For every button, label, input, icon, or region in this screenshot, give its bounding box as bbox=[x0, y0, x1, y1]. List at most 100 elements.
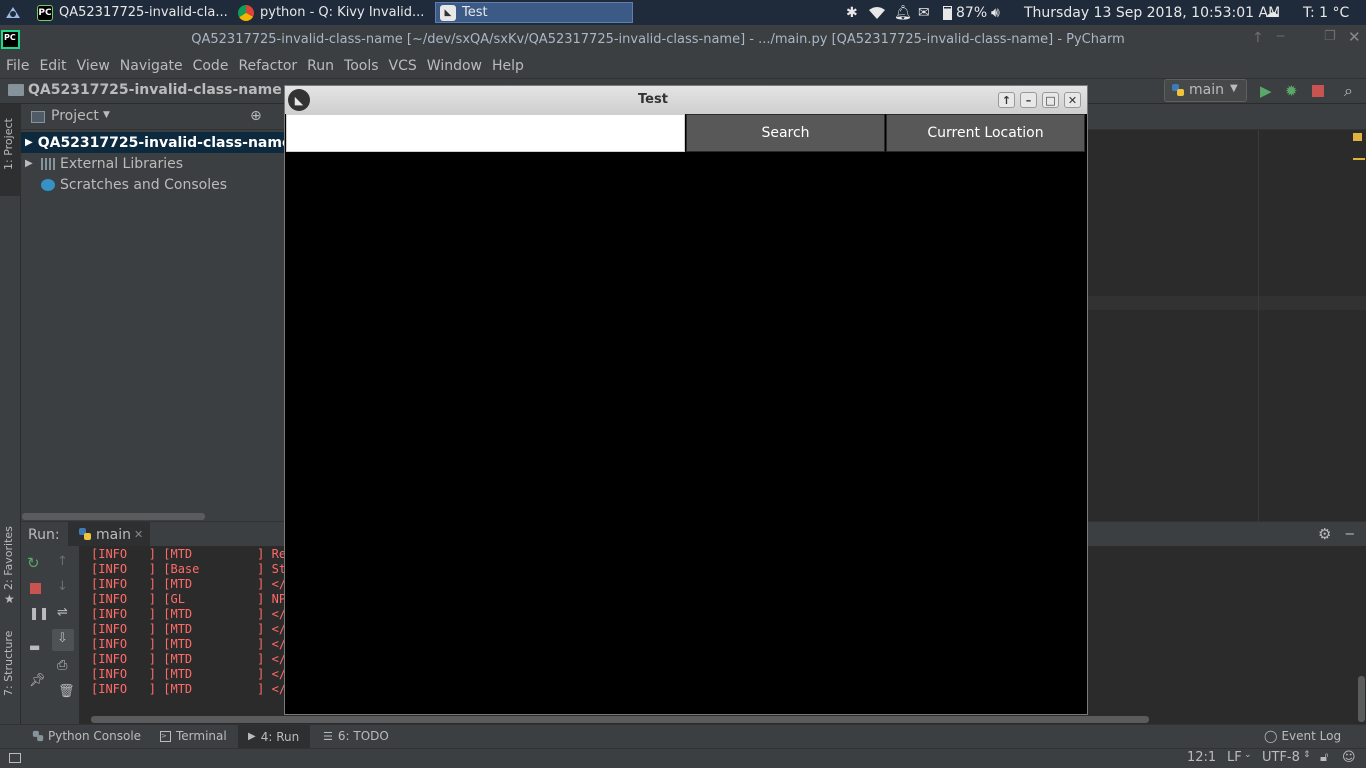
temperature[interactable]: T: 1 °C bbox=[1303, 0, 1349, 25]
menu-tools[interactable]: Tools bbox=[344, 58, 379, 74]
run-config-selector[interactable]: main ▼ bbox=[1164, 79, 1247, 102]
menu-window[interactable]: Window bbox=[427, 58, 482, 74]
event-log-button[interactable]: ◯ Event Log bbox=[1264, 729, 1341, 743]
battery-indicator[interactable]: 87% bbox=[943, 0, 987, 25]
close-icon[interactable]: ✕ bbox=[1064, 92, 1081, 108]
tab-label: 6: TODO bbox=[337, 729, 389, 743]
kivy-test-window[interactable]: ◣ Test ↑ – □ ✕ Search Current Location bbox=[284, 85, 1088, 715]
hide-panel-icon[interactable]: ‒ bbox=[1345, 524, 1355, 542]
log-line: [INFO ] [MTD ] </c bbox=[91, 577, 294, 591]
horizontal-scrollbar[interactable] bbox=[91, 716, 1149, 723]
run-icon[interactable]: ▶ bbox=[1260, 82, 1272, 100]
map-view-area[interactable] bbox=[285, 152, 1087, 714]
kivy-window-titlebar[interactable]: ◣ Test ↑ – □ ✕ bbox=[285, 86, 1087, 114]
lock-icon[interactable]: 🔓︎ bbox=[1320, 750, 1328, 765]
vertical-scrollbar[interactable] bbox=[1358, 676, 1365, 722]
scroll-down-icon[interactable]: ↓ bbox=[57, 579, 68, 594]
tab-python-console[interactable]: Python Console bbox=[32, 729, 141, 743]
chevron-down-icon[interactable]: ▼ bbox=[103, 110, 110, 120]
settings-gear-icon[interactable]: ⚙ bbox=[1318, 525, 1331, 543]
pin-icon[interactable]: 📌︎ bbox=[29, 673, 46, 688]
menu-navigate[interactable]: Navigate bbox=[120, 58, 183, 74]
search-button[interactable]: Search bbox=[686, 114, 885, 152]
tab-terminal[interactable]: > Terminal bbox=[160, 729, 227, 743]
menu-view[interactable]: View bbox=[77, 58, 110, 74]
minimize-icon[interactable]: ‒ bbox=[1276, 28, 1285, 44]
tree-item-label: Scratches and Consoles bbox=[60, 176, 227, 193]
search-everywhere-icon[interactable]: ⌕ bbox=[1344, 81, 1353, 101]
task-pycharm[interactable]: PC QA52317725-invalid-cla... bbox=[33, 2, 231, 23]
left-tool-strip: 1: Project 2: Favorites ★ 7: Structure bbox=[0, 104, 21, 724]
tab-todo[interactable]: ☰ 6: TODO bbox=[323, 729, 389, 743]
kivy-logo-icon[interactable] bbox=[4, 4, 22, 21]
file-encoding[interactable]: UTF-8 bbox=[1262, 750, 1300, 765]
project-panel-title[interactable]: Project bbox=[51, 108, 99, 124]
bluetooth-icon[interactable]: ✱ bbox=[846, 0, 858, 25]
side-tab-project[interactable]: 1: Project bbox=[2, 118, 15, 170]
log-line: [INFO ] [MTD ] </c bbox=[91, 637, 294, 651]
line-separator[interactable]: LF bbox=[1227, 750, 1242, 765]
system-taskbar: PC QA52317725-invalid-cla... python - Q:… bbox=[0, 0, 1366, 25]
menu-edit[interactable]: Edit bbox=[39, 58, 66, 74]
clock[interactable]: Thursday 13 Sep 2018, 10:53:01 AM bbox=[1024, 0, 1280, 25]
menu-file[interactable]: File bbox=[6, 58, 29, 74]
trash-icon[interactable]: 🗑︎ bbox=[58, 684, 75, 699]
stop-icon[interactable] bbox=[30, 583, 41, 594]
chevron-down-icon: ▼ bbox=[1230, 83, 1238, 94]
run-tab-main[interactable]: main ✕ bbox=[68, 522, 150, 547]
tool-windows-icon[interactable] bbox=[9, 753, 21, 763]
inspector-icon[interactable]: ☺ bbox=[1342, 750, 1356, 765]
weather-icon[interactable]: ☁ bbox=[1265, 0, 1279, 25]
tab-run[interactable]: ▶ 4: Run bbox=[238, 725, 310, 748]
layout-icon[interactable]: ▬ bbox=[29, 640, 40, 654]
tree-item-external-libraries[interactable]: ▶ External Libraries bbox=[21, 153, 285, 174]
side-tab-structure[interactable]: 7: Structure bbox=[2, 631, 15, 696]
inspection-status-icon[interactable] bbox=[1353, 133, 1362, 141]
notification-bell-icon[interactable]: 🔔︎ bbox=[894, 0, 912, 25]
minimize-icon[interactable]: – bbox=[1020, 92, 1037, 108]
maximize-icon[interactable]: ❐ bbox=[1324, 29, 1336, 44]
side-tab-favorites[interactable]: 2: Favorites bbox=[2, 526, 15, 590]
python-icon bbox=[78, 527, 92, 541]
window-up-icon[interactable]: ↑ bbox=[1252, 30, 1264, 46]
menu-refactor[interactable]: Refactor bbox=[238, 58, 297, 74]
scroll-up-icon[interactable]: ↑ bbox=[57, 554, 68, 569]
pause-icon[interactable]: ❚❚ bbox=[29, 606, 49, 620]
stop-icon[interactable] bbox=[1312, 85, 1324, 97]
soft-wrap-icon[interactable]: ⇌ bbox=[57, 605, 68, 620]
scroll-to-end-toggle[interactable]: ⇩ bbox=[52, 629, 74, 651]
close-tab-icon[interactable]: ✕ bbox=[134, 528, 143, 541]
locate-icon[interactable]: ⊕ bbox=[250, 108, 262, 124]
task-chrome[interactable]: python - Q: Kivy Invalid... bbox=[234, 2, 432, 23]
close-icon[interactable]: ✕ bbox=[1348, 28, 1361, 46]
breadcrumb-project[interactable]: QA52317725-invalid-class-name bbox=[28, 82, 282, 98]
rerun-icon[interactable]: ↻ bbox=[27, 554, 40, 572]
tree-item-project-root[interactable]: ▶ QA52317725-invalid-class-name bbox=[21, 132, 291, 153]
maximize-icon[interactable]: □ bbox=[1042, 92, 1059, 108]
tree-item-scratches[interactable]: Scratches and Consoles bbox=[21, 174, 285, 195]
code-editor[interactable] bbox=[1087, 104, 1366, 521]
task-kivy-test[interactable]: ◣ Test bbox=[435, 2, 633, 23]
menu-help[interactable]: Help bbox=[492, 58, 524, 74]
run-config-label: main bbox=[1189, 82, 1224, 98]
expand-arrow-icon[interactable]: ▶ bbox=[21, 137, 33, 148]
task-label: QA52317725-invalid-cla... bbox=[59, 5, 228, 20]
wifi-icon[interactable] bbox=[867, 0, 887, 25]
run-tab-label: main bbox=[96, 527, 131, 543]
expand-arrow-icon[interactable]: ▶ bbox=[21, 158, 41, 169]
caret-position[interactable]: 12:1 bbox=[1187, 750, 1216, 765]
menu-run[interactable]: Run bbox=[307, 58, 334, 74]
search-input[interactable] bbox=[286, 114, 685, 152]
menu-code[interactable]: Code bbox=[193, 58, 229, 74]
bottom-tool-tabs: Python Console > Terminal ▶ 4: Run ☰ 6: … bbox=[0, 724, 1366, 748]
menu-vcs[interactable]: VCS bbox=[389, 58, 417, 74]
current-location-button[interactable]: Current Location bbox=[886, 114, 1085, 152]
debug-icon[interactable]: ✹ bbox=[1285, 82, 1298, 100]
chrome-icon bbox=[238, 4, 254, 21]
volume-icon[interactable]: 🔊︎ bbox=[991, 0, 1000, 25]
print-icon[interactable]: ⎙ bbox=[57, 658, 67, 673]
horizontal-scrollbar[interactable] bbox=[22, 513, 205, 520]
window-up-icon[interactable]: ↑ bbox=[998, 92, 1015, 108]
warning-stripe[interactable] bbox=[1353, 158, 1365, 160]
mail-icon[interactable]: ✉ bbox=[918, 0, 930, 25]
